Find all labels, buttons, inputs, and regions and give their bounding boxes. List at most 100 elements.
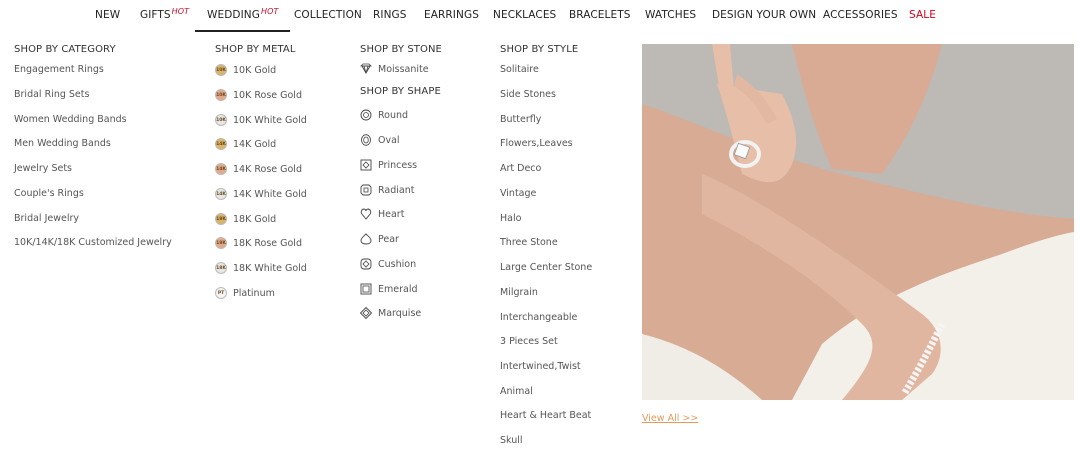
shape-label: Emerald — [378, 283, 418, 295]
shape-label: Oval — [378, 134, 400, 146]
metal-label: 14K Gold — [233, 138, 277, 150]
style-heading: SHOP BY STYLE — [500, 44, 579, 55]
cushion-shape-icon — [360, 258, 372, 270]
shape-link[interactable]: Oval — [360, 134, 400, 146]
shape-link[interactable]: Heart — [360, 208, 404, 220]
nav-sale[interactable]: SALE — [909, 9, 936, 21]
nav-wedding[interactable]: WEDDINGHOT — [194, 7, 292, 32]
view-all-link[interactable]: View All >> — [642, 413, 698, 424]
style-link[interactable]: Milgrain — [500, 287, 538, 298]
metal-link[interactable]: 18K 18K White Gold — [215, 262, 307, 274]
nav-label: NEW — [95, 9, 121, 21]
metal-swatch-icon: 10K — [215, 89, 227, 101]
style-link[interactable]: Skull — [500, 435, 523, 446]
top-nav: NEW GIFTSHOT WEDDINGHOT COLLECTION RINGS… — [0, 0, 1080, 32]
shape-link[interactable]: Princess — [360, 159, 417, 171]
metal-link[interactable]: 10K 10K Gold — [215, 64, 276, 76]
style-link[interactable]: 3 Pieces Set — [500, 336, 558, 347]
nav-label: COLLECTION — [294, 9, 362, 21]
nav-bracelets[interactable]: BRACELETS — [569, 9, 631, 21]
metal-link[interactable]: 14K 14K White Gold — [215, 188, 307, 200]
nav-new[interactable]: NEW — [95, 9, 120, 21]
nav-necklaces[interactable]: NECKLACES — [493, 9, 556, 21]
shape-label: Marquise — [378, 307, 422, 319]
shape-link[interactable]: Cushion — [360, 258, 416, 270]
stone-link-moissanite[interactable]: Moissanite — [360, 63, 429, 75]
shape-label: Radiant — [378, 184, 415, 196]
nav-rings[interactable]: RINGS — [373, 9, 407, 21]
metal-link[interactable]: 10K 10K White Gold — [215, 114, 307, 126]
metal-link[interactable]: 10K 10K Rose Gold — [215, 89, 302, 101]
metal-label: 10K Rose Gold — [233, 89, 302, 101]
metal-label: Platinum — [233, 287, 275, 299]
shape-link[interactable]: Marquise — [360, 307, 421, 319]
promo-image[interactable] — [642, 44, 1074, 400]
shape-link[interactable]: Emerald — [360, 283, 418, 295]
metal-link[interactable]: PT Platinum — [215, 287, 275, 299]
style-link[interactable]: Vintage — [500, 188, 536, 199]
nav-label: ACCESSORIES — [823, 9, 898, 21]
stone-heading: SHOP BY STONE — [360, 44, 442, 55]
category-link[interactable]: Bridal Jewelry — [14, 213, 79, 224]
style-link[interactable]: Flowers,Leaves — [500, 138, 573, 149]
metal-label: 18K Gold — [233, 213, 277, 225]
category-heading: SHOP BY CATEGORY — [14, 44, 116, 55]
nav-label: SALE — [909, 9, 936, 21]
category-link[interactable]: Engagement Rings — [14, 64, 104, 75]
metal-label: 10K White Gold — [233, 114, 307, 126]
nav-label: WEDDING — [207, 9, 260, 21]
nav-label: BRACELETS — [569, 9, 631, 21]
nav-accessories[interactable]: ACCESSORIES — [823, 9, 898, 21]
oval-shape-icon — [361, 134, 371, 146]
nav-earrings[interactable]: EARRINGS — [424, 9, 479, 21]
category-link[interactable]: Jewelry Sets — [14, 163, 72, 174]
hot-badge: HOT — [260, 7, 279, 16]
style-link[interactable]: Large Center Stone — [500, 262, 592, 273]
metal-swatch-icon: 14K — [215, 138, 227, 150]
style-link[interactable]: Butterfly — [500, 114, 541, 125]
style-link[interactable]: Solitaire — [500, 64, 539, 75]
style-link[interactable]: Heart & Heart Beat — [500, 410, 591, 421]
style-link[interactable]: Animal — [500, 386, 533, 397]
nav-design-your-own[interactable]: DESIGN YOUR OWN — [712, 9, 816, 21]
category-link[interactable]: Women Wedding Bands — [14, 114, 127, 125]
category-link[interactable]: 10K/14K/18K Customized Jewelry — [14, 237, 172, 248]
heart-shape-icon — [360, 208, 372, 220]
category-column: SHOP BY CATEGORY Engagement Rings Bridal… — [14, 44, 204, 248]
category-link[interactable]: Couple's Rings — [14, 188, 84, 199]
category-link[interactable]: Bridal Ring Sets — [14, 89, 89, 100]
nav-watches[interactable]: WATCHES — [645, 9, 696, 21]
style-link[interactable]: Side Stones — [500, 89, 556, 100]
hot-badge: HOT — [171, 7, 190, 16]
metal-swatch-icon: PT — [215, 287, 227, 299]
shape-heading: SHOP BY SHAPE — [360, 86, 441, 97]
emerald-shape-icon — [360, 283, 372, 295]
shape-link[interactable]: Round — [360, 109, 408, 121]
shape-label: Round — [378, 109, 409, 121]
nav-collection[interactable]: COLLECTION — [294, 9, 362, 21]
nav-label: GIFTS — [140, 9, 171, 21]
round-shape-icon — [360, 109, 372, 121]
style-link[interactable]: Art Deco — [500, 163, 541, 174]
metal-swatch-icon: 14K — [215, 163, 227, 175]
category-link[interactable]: Men Wedding Bands — [14, 138, 111, 149]
metal-link[interactable]: 18K 18K Rose Gold — [215, 237, 302, 249]
marquise-shape-icon — [360, 307, 372, 319]
metal-label: 18K Rose Gold — [233, 237, 302, 249]
metal-link[interactable]: 14K 14K Gold — [215, 138, 276, 150]
metal-label: 18K White Gold — [233, 262, 307, 274]
metal-link[interactable]: 18K 18K Gold — [215, 213, 276, 225]
model-ring-bracelet-photo — [642, 44, 1074, 400]
shape-link[interactable]: Pear — [360, 233, 399, 245]
style-link[interactable]: Intertwined,Twist — [500, 361, 581, 372]
princess-shape-icon — [360, 159, 372, 171]
metal-label: 10K Gold — [233, 64, 277, 76]
nav-gifts[interactable]: GIFTSHOT — [140, 7, 190, 21]
style-link[interactable]: Three Stone — [500, 237, 558, 248]
style-link[interactable]: Interchangeable — [500, 312, 577, 323]
nav-label: RINGS — [373, 9, 407, 21]
metal-swatch-icon: 18K — [215, 213, 227, 225]
metal-link[interactable]: 14K 14K Rose Gold — [215, 163, 302, 175]
shape-link[interactable]: Radiant — [360, 184, 414, 196]
style-link[interactable]: Halo — [500, 213, 521, 224]
